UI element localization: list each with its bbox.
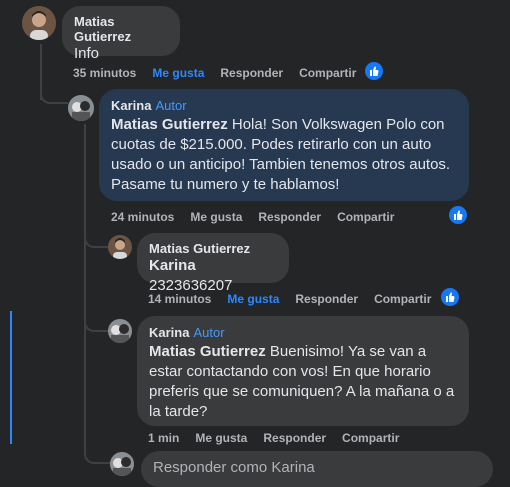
comment-text: Karina 2323636207 xyxy=(149,256,277,296)
new-reply-indicator xyxy=(10,311,12,444)
reply-button[interactable]: Responder xyxy=(220,66,283,80)
author-badge: Autor xyxy=(193,325,225,340)
mention-link[interactable]: Karina xyxy=(149,257,196,274)
mention-link[interactable]: Matias Gutierrez xyxy=(111,116,228,133)
thread-elbow xyxy=(84,310,108,332)
like-reaction-icon[interactable] xyxy=(447,204,469,226)
comment-author[interactable]: Matias Gutierrez xyxy=(74,14,168,44)
comment-timestamp[interactable]: 35 minutos xyxy=(73,66,136,80)
comment-actions: 14 minutos Me gusta Responder Compartir xyxy=(148,292,431,306)
comment-bubble: Matias Gutierrez Info xyxy=(62,6,180,62)
comment-timestamp[interactable]: 14 minutos xyxy=(148,292,211,306)
comment-actions: 35 minutos Me gusta Responder Compartir xyxy=(73,66,356,80)
reply-button[interactable]: Responder xyxy=(295,292,358,306)
mention-link[interactable]: Matias Gutierrez xyxy=(149,343,266,360)
avatar xyxy=(110,452,134,476)
like-button[interactable]: Me gusta xyxy=(195,431,247,445)
comment-timestamp[interactable]: 24 minutos xyxy=(111,210,174,224)
comment-text: Matias Gutierrez Hola! Son Volkswagen Po… xyxy=(111,115,457,195)
avatar[interactable] xyxy=(68,95,94,121)
reply-button[interactable]: Responder xyxy=(258,210,321,224)
reply-input[interactable]: Responder como Karina xyxy=(141,451,493,487)
like-button[interactable]: Me gusta xyxy=(227,292,279,306)
comment-text: Matias Gutierrez Buenisimo! Ya se van a … xyxy=(149,342,457,422)
like-button[interactable]: Me gusta xyxy=(190,210,242,224)
like-button[interactable]: Me gusta xyxy=(152,66,204,80)
share-button[interactable]: Compartir xyxy=(299,66,356,80)
like-reaction-icon[interactable] xyxy=(363,60,385,82)
comment-bubble: Karina Autor Matias Gutierrez Hola! Son V… xyxy=(99,89,469,201)
thread-elbow xyxy=(40,60,68,104)
thread-elbow xyxy=(84,220,108,248)
share-button[interactable]: Compartir xyxy=(337,210,394,224)
avatar[interactable] xyxy=(22,6,56,40)
comment-actions: 24 minutos Me gusta Responder Compartir xyxy=(111,210,394,224)
comment-bubble: Matias Gutierrez Karina 2323636207 xyxy=(137,233,289,294)
like-reaction-icon[interactable] xyxy=(439,286,461,308)
comment-timestamp[interactable]: 1 min xyxy=(148,431,179,445)
comment-author[interactable]: Karina xyxy=(111,98,151,113)
reply-button[interactable]: Responder xyxy=(263,431,326,445)
comment-actions: 1 min Me gusta Responder Compartir xyxy=(148,431,399,445)
reply-placeholder: Responder como Karina xyxy=(153,459,315,476)
share-button[interactable]: Compartir xyxy=(374,292,431,306)
comment-text: Info xyxy=(74,45,100,62)
thread-line-nested xyxy=(84,124,86,454)
share-button[interactable]: Compartir xyxy=(342,431,399,445)
author-badge: Autor xyxy=(155,98,187,113)
comment-bubble: Karina Autor Matias Gutierrez Buenisimo! … xyxy=(137,316,469,426)
thread-elbow xyxy=(84,444,110,464)
comment-author[interactable]: Matias Gutierrez xyxy=(149,241,277,256)
avatar[interactable] xyxy=(108,319,132,343)
comment-author[interactable]: Karina xyxy=(149,325,189,340)
avatar[interactable] xyxy=(108,235,132,259)
